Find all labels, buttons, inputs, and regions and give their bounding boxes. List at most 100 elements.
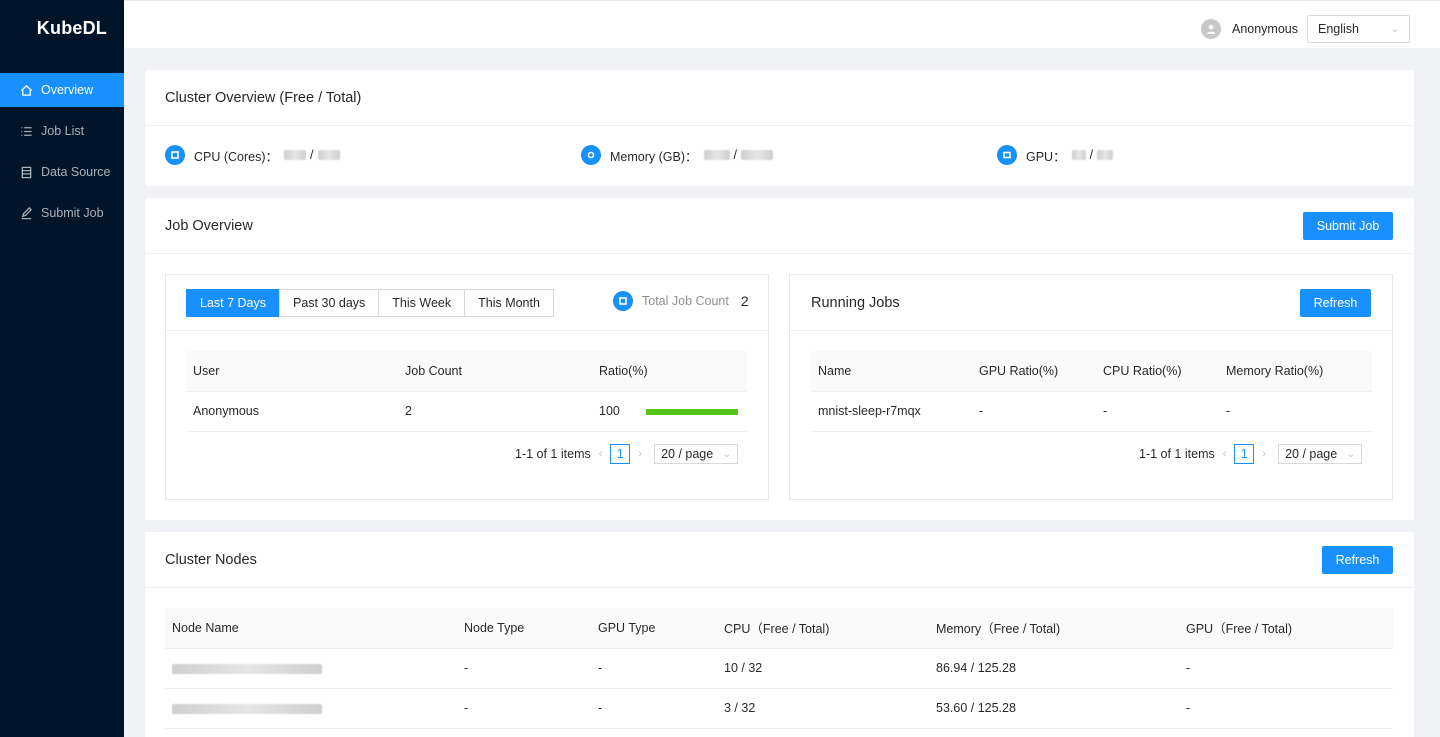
chevron-down-icon: ⌄ xyxy=(1346,448,1356,460)
running-jobs-pagination: 1-1 of 1 items ‹ 1 › 20 / page ⌄ xyxy=(1139,444,1363,464)
column-header: GPU Ratio(%) xyxy=(972,351,1096,392)
cluster-overview-title: Cluster Overview (Free / Total) xyxy=(145,70,1414,126)
job-overview-card: Job Overview Submit Job Last 7 Days Past… xyxy=(145,198,1414,520)
cell-user: Anonymous xyxy=(186,391,398,432)
cpu-resource: CPU (Cores)： / xyxy=(165,145,340,165)
gpu-resource: GPU： / xyxy=(997,145,1114,165)
user-job-table: User Job Count Ratio(%) Anonymous 2 100 xyxy=(186,351,747,432)
cell-gpu: - xyxy=(1179,648,1393,689)
cpu-separator: / xyxy=(310,148,314,162)
cluster-nodes-table: Node Name Node Type GPU Type CPU（Free / … xyxy=(165,608,1393,729)
range-this-month[interactable]: This Month xyxy=(464,289,554,317)
sidebar-item-label: Submit Job xyxy=(41,206,104,220)
node-name-redacted xyxy=(172,703,322,714)
database-icon xyxy=(19,165,33,179)
user-area: Anonymous English ⌄ xyxy=(1200,15,1410,43)
page-size-select[interactable]: 20 / page ⌄ xyxy=(654,444,739,464)
refresh-nodes-button[interactable]: Refresh xyxy=(1322,546,1393,574)
column-header: Name xyxy=(811,351,972,392)
prev-page-icon[interactable]: ‹ xyxy=(1223,448,1227,460)
column-header: Ratio(%) xyxy=(592,351,747,392)
next-page-icon[interactable]: › xyxy=(1262,448,1266,460)
sidebar-item-label: Data Source xyxy=(41,165,111,179)
gpu-separator: / xyxy=(1089,148,1094,162)
range-past-30-days[interactable]: Past 30 days xyxy=(279,289,380,317)
running-jobs-title: Running Jobs xyxy=(811,294,900,311)
cluster-nodes-card: Cluster Nodes Refresh Node Name Node Typ… xyxy=(145,532,1414,737)
chevron-down-icon: ⌄ xyxy=(1390,23,1399,35)
cell-job-name[interactable]: mnist-sleep-r7mqx xyxy=(811,391,972,432)
column-header: CPU（Free / Total) xyxy=(717,608,929,649)
chevron-down-icon: ⌄ xyxy=(722,448,732,460)
total-job-count-value: 2 xyxy=(740,293,749,309)
running-jobs-table: Name GPU Ratio(%) CPU Ratio(%) Memory Ra… xyxy=(811,351,1372,432)
cell-gpu-type: - xyxy=(591,688,717,729)
page-number[interactable]: 1 xyxy=(1234,444,1255,464)
username[interactable]: Anonymous xyxy=(1232,22,1298,36)
time-range-group: Last 7 Days Past 30 days This Week This … xyxy=(186,289,554,317)
sidebar-item-label: Job List xyxy=(41,124,85,138)
cell-cpu: 10 / 32 xyxy=(717,648,929,689)
page-size-value: 20 / page xyxy=(1285,447,1338,461)
total-job-count: Total Job Count 2 xyxy=(613,291,749,311)
column-header: Job Count xyxy=(398,351,592,392)
column-header: GPU Type xyxy=(591,608,717,649)
sidebar-item-job-list[interactable]: Job List xyxy=(0,114,124,148)
column-header: GPU（Free / Total) xyxy=(1179,608,1393,649)
cluster-nodes-header: Cluster Nodes Refresh xyxy=(145,532,1414,588)
memory-resource: Memory (GB)： / xyxy=(581,145,773,165)
sidebar: KubeDL Overview Job List Data Source Sub… xyxy=(0,0,124,737)
sidebar-item-label: Overview xyxy=(41,83,94,97)
cluster-overview-card: Cluster Overview (Free / Total) CPU (Cor… xyxy=(145,70,1414,186)
submit-job-button[interactable]: Submit Job xyxy=(1303,212,1393,240)
job-stats-header: Last 7 Days Past 30 days This Week This … xyxy=(166,275,768,331)
gpu-label: GPU： xyxy=(1026,149,1066,164)
ratio-progress-fill xyxy=(646,408,739,415)
next-page-icon[interactable]: › xyxy=(638,448,642,460)
ratio-value: 100 xyxy=(599,404,620,418)
column-header: Node Type xyxy=(457,608,591,649)
table-row: - - 3 / 32 53.60 / 125.28 - xyxy=(165,688,1393,729)
cell-gpu-type: - xyxy=(591,648,717,689)
pagination-summary: 1-1 of 1 items xyxy=(515,447,591,461)
prev-page-icon[interactable]: ‹ xyxy=(599,448,603,460)
avatar[interactable] xyxy=(1200,19,1221,39)
cell-memory-ratio: - xyxy=(1219,391,1372,432)
cell-node-name[interactable] xyxy=(165,688,457,729)
cluster-nodes-title: Cluster Nodes xyxy=(165,551,257,568)
job-stats-panel: Last 7 Days Past 30 days This Week This … xyxy=(165,274,769,500)
gpu-total-redacted xyxy=(1097,150,1114,160)
list-icon xyxy=(19,124,33,138)
cpu-total-redacted xyxy=(317,150,340,160)
page-number[interactable]: 1 xyxy=(610,444,631,464)
refresh-running-jobs-button[interactable]: Refresh xyxy=(1300,289,1371,317)
range-last-7-days[interactable]: Last 7 Days xyxy=(186,289,281,317)
memory-label: Memory (GB)： xyxy=(610,149,698,164)
page-size-select[interactable]: 20 / page ⌄ xyxy=(1278,444,1363,464)
column-header: CPU Ratio(%) xyxy=(1096,351,1219,392)
language-select[interactable]: English ⌄ xyxy=(1307,15,1410,43)
gpu-icon xyxy=(997,145,1017,165)
language-value: English xyxy=(1318,22,1359,36)
cell-gpu: - xyxy=(1179,688,1393,729)
sidebar-item-data-source[interactable]: Data Source xyxy=(0,155,124,189)
sidebar-item-overview[interactable]: Overview xyxy=(0,73,124,107)
cpu-label: CPU (Cores)： xyxy=(194,149,279,164)
total-job-count-label: Total Job Count xyxy=(642,294,729,308)
cell-cpu-ratio: - xyxy=(1096,391,1219,432)
top-header: Anonymous English ⌄ xyxy=(124,0,1440,48)
node-name-redacted xyxy=(172,663,322,674)
column-header: Memory Ratio(%) xyxy=(1219,351,1372,392)
cpu-icon xyxy=(165,145,185,165)
cpu-free-redacted xyxy=(284,150,307,160)
running-jobs-panel: Running Jobs Refresh Name GPU Ratio(%) C… xyxy=(789,274,1393,500)
cell-cpu: 3 / 32 xyxy=(717,688,929,729)
sidebar-item-submit-job[interactable]: Submit Job xyxy=(0,196,124,230)
table-row: Anonymous 2 100 xyxy=(186,391,747,432)
user-icon xyxy=(1206,24,1216,34)
column-header: User xyxy=(186,351,398,392)
range-this-week[interactable]: This Week xyxy=(378,289,466,317)
cell-node-name[interactable] xyxy=(165,648,457,689)
cell-job-count: 2 xyxy=(398,391,592,432)
job-stats-pagination: 1-1 of 1 items ‹ 1 › 20 / page ⌄ xyxy=(515,444,739,464)
